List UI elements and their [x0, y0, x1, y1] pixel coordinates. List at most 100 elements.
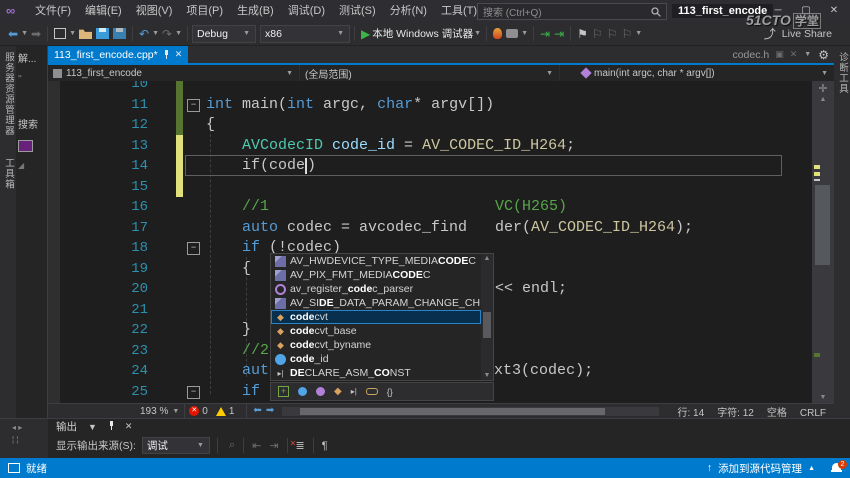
zoom-dropdown[interactable]: 193 % ▼ — [140, 406, 180, 417]
menu-编辑(E)[interactable]: 编辑(E) — [78, 5, 129, 17]
popup-scrollbar[interactable]: ▲ ▼ — [481, 254, 493, 380]
code-line-17[interactable]: 17 auto codec = avcodec_find der(AV_CODEC_… — [48, 217, 812, 238]
next-message-icon[interactable]: ⇥ — [265, 439, 282, 452]
next-bookmark-icon[interactable]: ⚐ — [605, 26, 620, 42]
solution-configuration-dropdown[interactable]: Debug ▼ — [192, 24, 256, 43]
navigate-forward-icon[interactable]: ➡ — [29, 26, 43, 42]
redo-icon[interactable]: ↷ — [160, 26, 174, 42]
completion-item[interactable]: AV_HWDEVICE_TYPE_MEDIACODEC — [271, 254, 481, 268]
code-line-16[interactable]: 16 //1 VC(H265) — [48, 196, 812, 217]
menu-视图(V)[interactable]: 视图(V) — [129, 5, 180, 17]
word-wrap-icon[interactable]: ¶ — [318, 440, 332, 452]
scrollbar-thumb[interactable] — [815, 185, 830, 265]
editor-settings-gear-icon[interactable]: ⚙ — [818, 48, 829, 62]
menu-分析(N)[interactable]: 分析(N) — [383, 5, 434, 17]
completion-item[interactable]: av_register_codec_parser — [271, 282, 481, 296]
completion-item[interactable]: code_id — [271, 352, 481, 366]
status-segment[interactable]: CRLF — [800, 408, 826, 419]
filter-macro-icon[interactable]: ▸| — [351, 386, 357, 398]
popup-scroll-thumb[interactable] — [483, 312, 491, 338]
horizontal-scrollbar[interactable] — [282, 406, 659, 416]
solution-platform-dropdown[interactable]: x86 ▼ — [260, 24, 350, 43]
pin-icon[interactable] — [163, 50, 170, 59]
clear-all-icon[interactable]: ≣ ✕ — [290, 439, 309, 452]
code-line-10[interactable]: 10 — [48, 81, 812, 94]
completion-item[interactable]: codecvt_byname — [271, 338, 481, 352]
panel-title[interactable]: 解... — [18, 50, 36, 65]
menu-文件(F)[interactable]: 文件(F) — [28, 5, 78, 17]
prev-bookmark-icon[interactable]: ⚐ — [590, 26, 605, 42]
filter-field-icon[interactable] — [298, 387, 307, 396]
status-segment[interactable]: 行: 14 — [678, 408, 705, 419]
notifications-bell-icon[interactable]: 2 — [831, 460, 847, 473]
code-line-26[interactable]: 26 { — [48, 401, 812, 404]
code-line-15[interactable]: 15 — [48, 176, 812, 197]
menu-生成(B)[interactable]: 生成(B) — [230, 5, 281, 17]
snapshot-icon[interactable] — [506, 29, 519, 38]
project-dropdown[interactable]: 113_first_encode ▼ — [48, 65, 300, 81]
fold-collapse-box[interactable]: − — [187, 242, 200, 255]
code-line-12[interactable]: 12 { — [48, 114, 812, 135]
tab-113-first-encode[interactable]: 113_first_encode.cpp* ✕ — [48, 46, 189, 63]
filter-snip-icon[interactable]: {} — [387, 386, 393, 398]
scm-dropdown-icon[interactable]: ▲ — [808, 465, 815, 472]
open-folder-icon[interactable] — [79, 29, 92, 39]
completion-item[interactable]: DECLARE_ASM_CONST — [271, 366, 481, 380]
save-icon[interactable] — [96, 28, 109, 39]
start-debugging-label[interactable]: 本地 Windows 调试器 — [372, 26, 473, 41]
panel-search-label[interactable]: 搜索 — [18, 116, 38, 131]
add-to-source-control[interactable]: 添加到源代码管理 — [718, 461, 802, 476]
filter-all-icon[interactable]: + — [278, 386, 289, 397]
panel-dropdown[interactable]: ▼ — [87, 422, 98, 432]
scroll-down-icon[interactable]: ▼ — [812, 394, 834, 401]
status-segment[interactable]: 字符: 12 — [717, 408, 754, 419]
resize-grip-icon[interactable]: ◢ — [18, 161, 24, 170]
step-over-icon[interactable]: ⇥ — [552, 26, 566, 42]
completion-item[interactable]: codecvt_base — [271, 324, 481, 338]
live-share-label[interactable]: Live Share — [782, 28, 832, 40]
promote-tab-icon[interactable]: ▣ — [775, 49, 784, 60]
code-editor[interactable]: 10 11− int main(int argc, char * argv[]) 12{… — [48, 81, 834, 403]
editor-vertical-scrollbar[interactable]: ✛ ▲ ▼ — [812, 81, 834, 403]
clear-bookmarks-icon[interactable]: ⚐ — [619, 26, 634, 42]
panel-close-icon[interactable]: ✕ — [125, 421, 133, 432]
nav-fwd-small-icon[interactable]: ➡ — [264, 403, 276, 419]
tab-list-dropdown[interactable]: ▼ — [803, 51, 812, 58]
save-all-icon[interactable] — [113, 28, 126, 39]
menu-项目(P)[interactable]: 项目(P) — [179, 5, 230, 17]
completion-item[interactable]: AV_SIDE_DATA_PARAM_CHANGE_CHANNEL_COUN — [271, 296, 481, 310]
close-tab-icon[interactable]: ✕ — [175, 49, 183, 60]
close-button[interactable]: ✕ — [822, 0, 846, 22]
splitter-grip-icon[interactable]: ✛ — [812, 82, 834, 95]
navigate-back-dropdown[interactable]: ▼ — [20, 30, 29, 37]
status-segment[interactable]: 空格 — [767, 408, 787, 419]
tab-codec-h[interactable]: codec.h — [732, 49, 769, 61]
undo-icon[interactable]: ↶ — [137, 26, 151, 42]
warning-icon[interactable] — [215, 406, 226, 416]
nav-back-small-icon[interactable]: ⬅ — [251, 403, 263, 419]
completion-item-selected[interactable]: codecvt — [271, 310, 481, 324]
start-debugging-icon[interactable]: ▶ — [359, 26, 372, 42]
filter-method-icon[interactable] — [316, 387, 325, 396]
output-source-dropdown[interactable]: 调试 ▼ — [141, 437, 210, 454]
filter-class-icon[interactable]: ◆ — [334, 386, 342, 398]
server-explorer-tab[interactable]: 服务器资源管理器 — [1, 52, 15, 136]
prev-message-icon[interactable]: ⇤ — [248, 439, 265, 452]
navigate-back-icon[interactable]: ⬅ — [6, 26, 20, 42]
menu-测试(S)[interactable]: 测试(S) — [332, 5, 383, 17]
code-line-11[interactable]: 11 − int main(int argc, char * argv[]) — [48, 94, 812, 115]
member-dropdown[interactable]: main(int argc, char * argv[]) ▼ — [560, 65, 834, 81]
find-message-icon[interactable]: ⌕ — [225, 439, 239, 452]
publish-arrow-icon[interactable]: ↑ — [707, 462, 712, 474]
fold-collapse-box[interactable]: − — [187, 99, 200, 112]
panel-pin-icon[interactable] — [108, 421, 115, 430]
step-into-icon[interactable]: ⇥ — [538, 26, 552, 42]
background-tasks-icon[interactable] — [8, 463, 20, 473]
warning-count[interactable]: 1 — [229, 406, 235, 417]
error-count[interactable]: 0 — [202, 406, 208, 417]
bookmark-icon[interactable]: ⚑ — [575, 26, 590, 42]
diagnostic-tools-tab[interactable]: 诊断工具 — [835, 52, 849, 418]
code-line-13[interactable]: 13 AVCodecID code_id = AV_CODEC_ID_H264; — [48, 135, 812, 156]
new-project-icon[interactable] — [54, 28, 67, 39]
menu-调试(D)[interactable]: 调试(D) — [281, 5, 332, 17]
